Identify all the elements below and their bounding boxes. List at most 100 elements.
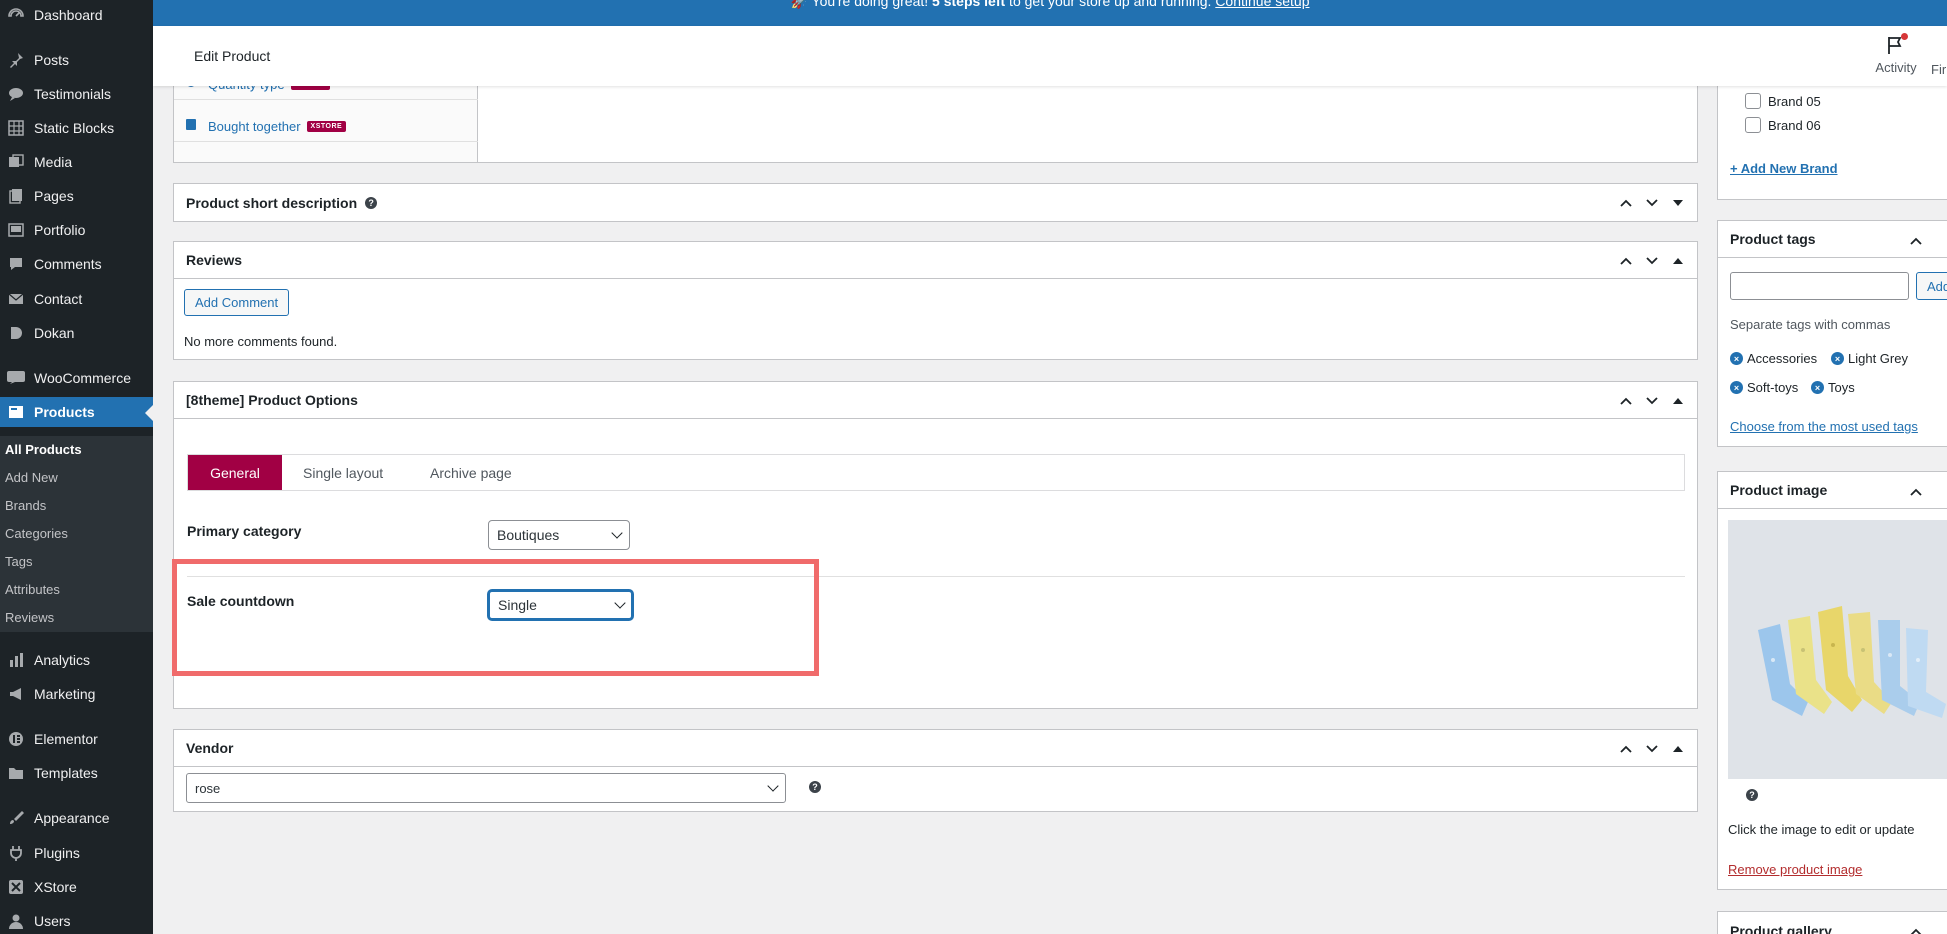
primary-category-select[interactable]: Boutiques (488, 520, 630, 550)
toggle-panel-icon[interactable] (1667, 193, 1689, 213)
remove-tag-icon[interactable]: × (1730, 381, 1743, 394)
sidebar-item-portfolio[interactable]: Portfolio (0, 215, 153, 245)
product-image[interactable] (1728, 520, 1947, 779)
vendor-select[interactable]: rose (186, 773, 786, 803)
help-icon[interactable]: ? (365, 196, 378, 209)
sidebar-item-contact[interactable]: Contact (0, 284, 153, 314)
sidebar-item-products[interactable]: Products (0, 397, 153, 427)
help-icon[interactable]: ? (809, 781, 821, 793)
submenu-categories[interactable]: Categories (5, 526, 68, 541)
remove-tag-icon[interactable]: × (1811, 381, 1824, 394)
brand-option[interactable]: Brand 05 (1745, 93, 1821, 109)
move-up-icon[interactable] (1615, 391, 1637, 411)
submenu-all-products[interactable]: All Products (5, 442, 82, 457)
submenu-reviews[interactable]: Reviews (5, 610, 54, 625)
sale-countdown-select[interactable]: Single (488, 590, 633, 620)
row-divider (187, 576, 1685, 577)
sidebar-item-comments[interactable]: Comments (0, 249, 153, 279)
tab-general[interactable]: General (188, 455, 282, 490)
admin-sidebar: Dashboard Posts Testimonials Static Bloc… (0, 0, 153, 934)
sidebar-item-media[interactable]: Media (0, 147, 153, 177)
postbox-title: Product image (1730, 482, 1828, 498)
sidebar-item-label: Appearance (34, 810, 110, 826)
move-up-icon[interactable] (1910, 233, 1922, 248)
sidebar-item-users[interactable]: Users (0, 906, 153, 934)
sidebar-item-dashboard[interactable]: Dashboard (0, 0, 153, 30)
move-up-icon[interactable] (1910, 924, 1922, 934)
sidebar-item-label: Comments (34, 256, 102, 272)
help-icon[interactable]: ? (1746, 789, 1758, 801)
tag-input[interactable] (1730, 272, 1909, 300)
tag-item: × Accessories (1730, 351, 1817, 366)
submenu-tags[interactable]: Tags (5, 554, 32, 569)
add-comment-button[interactable]: Add Comment (184, 289, 290, 316)
toggle-panel-icon[interactable] (1667, 391, 1689, 411)
brand-checkbox[interactable] (1745, 93, 1761, 109)
tab-bought-together[interactable]: Bought together XSTORE (174, 112, 478, 142)
sidebar-item-xstore[interactable]: XStore (0, 872, 153, 902)
sidebar-item-templates[interactable]: Templates (0, 758, 153, 788)
handle-actions (1615, 251, 1689, 271)
tab-archive-page[interactable]: Archive page (430, 455, 512, 490)
move-up-icon[interactable] (1615, 193, 1637, 213)
sidebar-item-static-blocks[interactable]: Static Blocks (0, 113, 153, 143)
move-down-icon[interactable] (1641, 251, 1663, 271)
tag-item: × Light Grey (1831, 351, 1908, 366)
continue-setup-link[interactable]: Continue setup (1215, 0, 1309, 9)
move-up-icon[interactable] (1615, 739, 1637, 759)
toggle-panel-icon[interactable] (1667, 251, 1689, 271)
submenu-brands[interactable]: Brands (5, 498, 46, 513)
products-icon (6, 402, 26, 422)
sidebar-item-appearance[interactable]: Appearance (0, 803, 153, 833)
handle-actions (1615, 391, 1689, 411)
speech-bubble-icon (6, 84, 26, 104)
choose-most-used-tags-link[interactable]: Choose from the most used tags (1730, 419, 1918, 434)
remove-tag-icon[interactable]: × (1831, 352, 1844, 365)
remove-tag-icon[interactable]: × (1730, 352, 1743, 365)
tab-single-layout[interactable]: Single layout (303, 455, 383, 490)
finish-setup-label[interactable]: Fir (1931, 62, 1946, 77)
postbox-title: [8theme] Product Options (186, 392, 358, 408)
move-up-icon[interactable] (1615, 251, 1637, 271)
brand-option[interactable]: Brand 06 (1745, 117, 1821, 133)
sidebar-item-dokan[interactable]: Dokan (0, 318, 153, 348)
sidebar-item-elementor[interactable]: Elementor (0, 724, 153, 754)
notice-steps: 5 steps left (932, 0, 1006, 9)
postbox-header: Product image (1718, 472, 1947, 509)
submenu-attributes[interactable]: Attributes (5, 582, 60, 597)
sidebar-item-posts[interactable]: Posts (0, 45, 153, 75)
postbox-header: [8theme] Product Options (174, 382, 1697, 419)
toggle-panel-icon[interactable] (1667, 739, 1689, 759)
move-up-icon[interactable] (1910, 484, 1922, 499)
sidebar-item-analytics[interactable]: Analytics (0, 645, 153, 675)
sidebar-item-pages[interactable]: Pages (0, 181, 153, 211)
mail-icon (6, 289, 26, 309)
tag-label: Soft-toys (1747, 380, 1799, 395)
product-image-box: Product image ? Click the image to edit … (1717, 471, 1947, 890)
sidebar-item-label: Pages (34, 188, 74, 204)
postbox-title: Reviews (186, 252, 243, 268)
sidebar-item-marketing[interactable]: Marketing (0, 679, 153, 709)
remove-product-image-link[interactable]: Remove product image (1728, 862, 1862, 877)
add-new-brand-link[interactable]: + Add New Brand (1730, 161, 1838, 176)
submenu-add-new[interactable]: Add New (5, 470, 58, 485)
add-tag-button[interactable]: Add (1916, 272, 1947, 300)
tag-label: Toys (1828, 380, 1855, 395)
brand-checkbox[interactable] (1745, 117, 1761, 133)
sidebar-item-label: Testimonials (34, 86, 112, 102)
move-down-icon[interactable] (1641, 739, 1663, 759)
notice-prefix: 🚀 You're doing great! (790, 0, 933, 9)
reviews-box: Reviews Add Comment No more comments fou… (173, 241, 1698, 360)
sidebar-item-label: XStore (34, 879, 77, 895)
postbox-header: Product gallery (1718, 912, 1947, 934)
move-down-icon[interactable] (1641, 193, 1663, 213)
sidebar-item-label: Media (34, 154, 73, 170)
sidebar-item-plugins[interactable]: Plugins (0, 838, 153, 868)
xstore-badge: XSTORE (306, 121, 347, 132)
activity-button[interactable]: Activity (1861, 33, 1931, 75)
move-down-icon[interactable] (1641, 391, 1663, 411)
sidebar-item-woocommerce[interactable]: WooCommerce (0, 363, 153, 393)
page-title: Edit Product (194, 48, 271, 64)
sidebar-item-testimonials[interactable]: Testimonials (0, 79, 153, 109)
sidebar-item-label: Marketing (34, 686, 96, 702)
